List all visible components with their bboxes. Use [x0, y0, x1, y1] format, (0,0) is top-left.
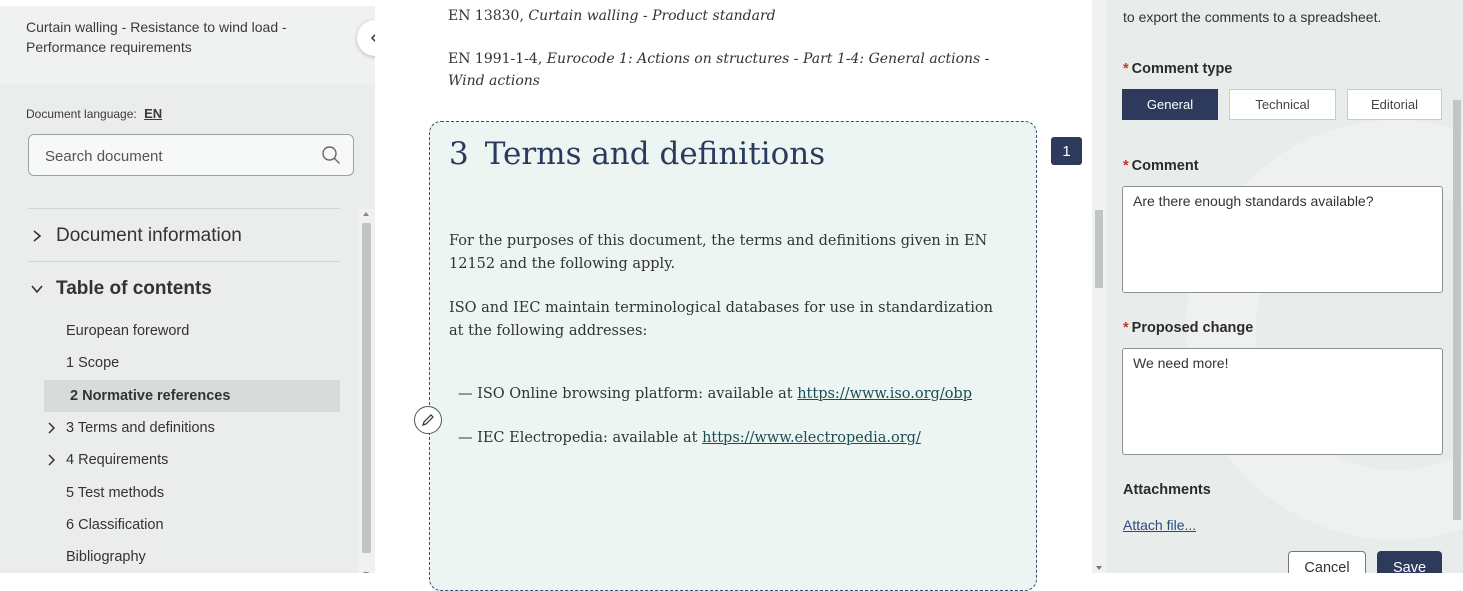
required-marker: * [1123, 320, 1129, 336]
toc-item-label: Bibliography [66, 549, 146, 565]
reference-code: EN 13830, [448, 8, 524, 24]
panel-scrollbar[interactable] [1449, 0, 1463, 573]
section-terms-and-definitions[interactable]: 3 Terms and definitions For the purposes … [429, 121, 1037, 591]
proposed-change-label-text: Proposed change [1131, 320, 1254, 336]
sidebar: Curtain walling - Resistance to wind loa… [0, 0, 375, 573]
toc-item-bibliography[interactable]: Bibliography [44, 541, 340, 573]
toc-item-requirements[interactable]: 4 Requirements [44, 444, 340, 476]
toc-item-label: European foreword [66, 323, 190, 339]
attach-file-link[interactable]: Attach file... [1123, 517, 1196, 533]
reference-title: Curtain walling - Product standard [528, 8, 776, 24]
save-button[interactable]: Save [1377, 551, 1442, 573]
divider [28, 261, 340, 262]
list-item-text: — IEC Electropedia: available at [458, 430, 703, 446]
toc-item-classification[interactable]: 6 Classification [44, 509, 340, 541]
toc-item-label: 2 Normative references [70, 388, 231, 404]
document-language-label: Document language: [26, 107, 137, 121]
required-marker: * [1123, 158, 1129, 174]
cancel-button[interactable]: Cancel [1288, 551, 1366, 573]
panel-scrollbar-thumb[interactable] [1453, 100, 1461, 520]
toc-item-terms-and-definitions[interactable]: 3 Terms and definitions [44, 412, 340, 444]
document-viewer: EN 13830, Curtain walling - Product stan… [375, 0, 1092, 591]
section-heading: 3 Terms and definitions [449, 136, 825, 172]
document-language: Document language: EN [26, 106, 162, 121]
list-item: — IEC Electropedia: available at https:/… [458, 430, 921, 446]
iso-obp-link[interactable]: https://www.iso.org/obp [797, 386, 972, 402]
divider [28, 208, 340, 209]
toc-item-label: 6 Classification [66, 517, 164, 533]
proposed-change-label: * Proposed change [1123, 320, 1253, 336]
nav-table-of-contents[interactable]: Table of contents [30, 278, 212, 300]
pencil-icon [422, 414, 434, 426]
toc-item-label: 5 Test methods [66, 485, 165, 501]
search-icon[interactable] [321, 145, 341, 165]
export-hint-text: to export the comments to a spreadsheet. [1123, 9, 1382, 25]
chevron-right-icon[interactable] [46, 454, 58, 466]
search-document-input[interactable] [43, 145, 307, 167]
comment-panel: to export the comments to a spreadsheet.… [1106, 0, 1463, 573]
attachments-label: Attachments [1123, 482, 1211, 498]
comment-type-editorial-button[interactable]: Editorial [1347, 89, 1442, 120]
toc-item-scope[interactable]: 1 Scope [44, 347, 340, 379]
toc-item-label: 1 Scope [66, 355, 120, 371]
comment-label-text: Comment [1131, 158, 1199, 174]
nav-document-information-label: Document information [56, 225, 242, 246]
chevron-right-icon [33, 230, 42, 242]
list-item-text: — ISO Online browsing platform: availabl… [458, 386, 798, 402]
add-comment-button[interactable] [414, 406, 442, 434]
normative-reference: EN 1991-1-4, Eurocode 1: Actions on stru… [448, 48, 1008, 92]
section-paragraph: For the purposes of this document, the t… [449, 233, 988, 272]
section-paragraph: ISO and IEC maintain terminological data… [449, 300, 994, 339]
comment-field[interactable]: Are there enough standards available? [1122, 186, 1443, 293]
scroll-down-icon[interactable] [1096, 566, 1102, 570]
comment-type-general-button[interactable]: General [1122, 89, 1218, 120]
sidebar-scrollbar[interactable] [358, 209, 375, 573]
chevron-down-icon [31, 285, 43, 294]
comment-type-label-text: Comment type [1131, 61, 1233, 77]
document-scrollbar-thumb[interactable] [1095, 210, 1103, 288]
comment-label: * Comment [1123, 158, 1199, 174]
scroll-up-icon[interactable] [363, 212, 369, 216]
toc-item-label: 3 Terms and definitions [66, 420, 215, 436]
toc-item-normative-references[interactable]: 2 Normative references [44, 380, 340, 412]
normative-reference: EN 13830, Curtain walling - Product stan… [448, 5, 1008, 27]
nav-document-information[interactable]: Document information [30, 225, 242, 247]
toc-item-test-methods[interactable]: 5 Test methods [44, 477, 340, 509]
list-item: — ISO Online browsing platform: availabl… [458, 386, 972, 402]
chevron-right-icon[interactable] [46, 422, 58, 434]
section-title: Terms and definitions [484, 136, 826, 172]
comment-type-label: * Comment type [1123, 61, 1232, 77]
electropedia-link[interactable]: https://www.electropedia.org/ [702, 430, 921, 446]
document-scrollbar[interactable] [1092, 0, 1106, 573]
section-number: 3 [449, 136, 469, 172]
document-language-code[interactable]: EN [144, 106, 162, 121]
sidebar-scrollbar-thumb[interactable] [362, 223, 371, 553]
toc-item-label: 4 Requirements [66, 452, 169, 468]
required-marker: * [1123, 61, 1129, 77]
nav-table-of-contents-label: Table of contents [56, 278, 212, 299]
document-title: Curtain walling - Resistance to wind loa… [26, 19, 287, 55]
comment-count-badge[interactable]: 1 [1051, 137, 1082, 165]
reference-code: EN 1991-1-4, [448, 51, 543, 67]
search-document-box[interactable] [28, 134, 354, 176]
comment-type-technical-button[interactable]: Technical [1229, 89, 1336, 120]
proposed-change-field[interactable]: We need more! [1122, 348, 1443, 455]
toc-item-european-foreword[interactable]: European foreword [44, 315, 340, 347]
